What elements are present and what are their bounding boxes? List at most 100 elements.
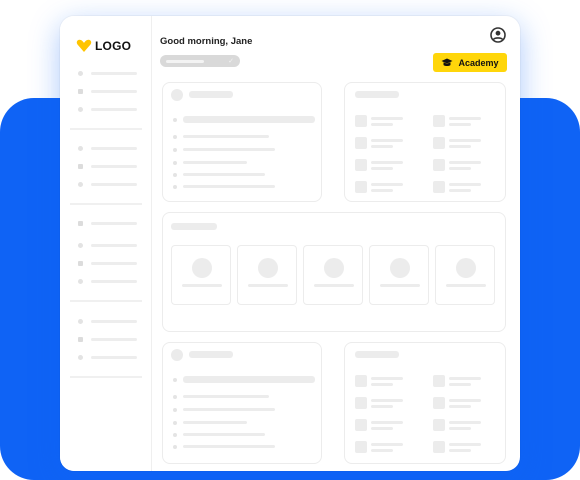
placeholder-shape [183, 421, 247, 424]
placeholder-shape [183, 445, 275, 448]
sidebar-divider [70, 300, 142, 302]
placeholder-shape [183, 161, 247, 164]
placeholder-shape [433, 137, 445, 149]
placeholder-shape [91, 222, 137, 225]
check-icon: ✓ [228, 57, 234, 65]
placeholder-shape [371, 449, 393, 452]
placeholder-shape [91, 356, 137, 359]
sidebar-item[interactable] [78, 182, 137, 187]
placeholder-shape [91, 244, 137, 247]
placeholder-shape [433, 159, 445, 171]
sidebar-item[interactable] [78, 146, 137, 151]
placeholder-shape [449, 399, 481, 402]
sidebar-item[interactable] [78, 243, 137, 248]
placeholder-shape [390, 258, 410, 278]
tile[interactable] [435, 245, 495, 305]
placeholder-shape [78, 261, 83, 266]
placeholder-shape [248, 284, 288, 287]
placeholder-shape [173, 421, 177, 425]
placeholder-card-list [162, 342, 322, 464]
tile[interactable] [303, 245, 363, 305]
placeholder-shape [449, 383, 471, 386]
search-pill[interactable]: ✓ [160, 55, 240, 67]
placeholder-shape [91, 147, 137, 150]
placeholder-shape [183, 135, 269, 138]
logo[interactable]: LOGO [76, 39, 131, 53]
placeholder-shape [91, 320, 137, 323]
sidebar-item[interactable] [78, 337, 137, 342]
sidebar-item[interactable] [78, 71, 137, 76]
search-placeholder-bar [166, 59, 204, 63]
tile[interactable] [369, 245, 429, 305]
placeholder-shape [456, 258, 476, 278]
placeholder-shape [446, 284, 486, 287]
placeholder-shape [433, 397, 445, 409]
placeholder-shape [380, 284, 420, 287]
sidebar-divider [70, 376, 142, 378]
sidebar-divider [70, 203, 142, 205]
placeholder-shape [449, 421, 481, 424]
placeholder-shape [371, 421, 403, 424]
placeholder-shape [355, 115, 367, 127]
tile[interactable] [171, 245, 231, 305]
placeholder-shape [355, 441, 367, 453]
placeholder-shape [189, 351, 233, 358]
placeholder-card-list [162, 82, 322, 202]
graduation-cap-icon [441, 58, 453, 66]
placeholder-shape [371, 427, 393, 430]
placeholder-shape [78, 319, 83, 324]
placeholder-shape [91, 280, 137, 283]
placeholder-shape [449, 161, 481, 164]
placeholder-shape [449, 427, 471, 430]
placeholder-card-tiles [162, 212, 506, 332]
placeholder-shape [171, 89, 183, 101]
placeholder-shape [258, 258, 278, 278]
placeholder-shape [449, 377, 481, 380]
academy-label: Academy [458, 57, 499, 68]
placeholder-shape [189, 91, 233, 98]
user-circle-icon[interactable] [490, 27, 506, 43]
placeholder-shape [173, 173, 177, 177]
placeholder-shape [192, 258, 212, 278]
placeholder-shape [433, 181, 445, 193]
placeholder-shape [173, 445, 177, 449]
placeholder-shape [433, 419, 445, 431]
sidebar-item[interactable] [78, 319, 137, 324]
placeholder-shape [183, 395, 269, 398]
placeholder-shape [183, 376, 315, 383]
placeholder-shape [91, 262, 137, 265]
placeholder-shape [324, 258, 344, 278]
placeholder-card-grid [344, 82, 506, 202]
tile[interactable] [237, 245, 297, 305]
placeholder-shape [371, 383, 393, 386]
main-content: Good morning, Jane ✓ Academy [152, 16, 520, 471]
sidebar-item[interactable] [78, 164, 137, 169]
sidebar-item[interactable] [78, 261, 137, 266]
placeholder-shape [371, 405, 393, 408]
placeholder-shape [78, 107, 83, 112]
placeholder-shape [355, 351, 399, 358]
placeholder-shape [449, 449, 471, 452]
placeholder-shape [173, 148, 177, 152]
placeholder-shape [173, 395, 177, 399]
sidebar-item[interactable] [78, 355, 137, 360]
sidebar-item[interactable] [78, 107, 137, 112]
placeholder-shape [355, 397, 367, 409]
placeholder-shape [314, 284, 354, 287]
sidebar-item[interactable] [78, 279, 137, 284]
placeholder-shape [78, 164, 83, 169]
sidebar: LOGO [60, 16, 152, 471]
placeholder-shape [78, 337, 83, 342]
placeholder-shape [449, 183, 481, 186]
placeholder-shape [371, 167, 393, 170]
sidebar-item[interactable] [78, 89, 137, 94]
placeholder-shape [183, 173, 265, 176]
sidebar-item[interactable] [78, 221, 137, 226]
logo-text: LOGO [95, 39, 132, 53]
placeholder-shape [171, 223, 217, 230]
placeholder-shape [91, 108, 137, 111]
placeholder-shape [78, 279, 83, 284]
placeholder-shape [449, 405, 471, 408]
placeholder-shape [173, 185, 177, 189]
academy-button[interactable]: Academy [433, 53, 507, 72]
